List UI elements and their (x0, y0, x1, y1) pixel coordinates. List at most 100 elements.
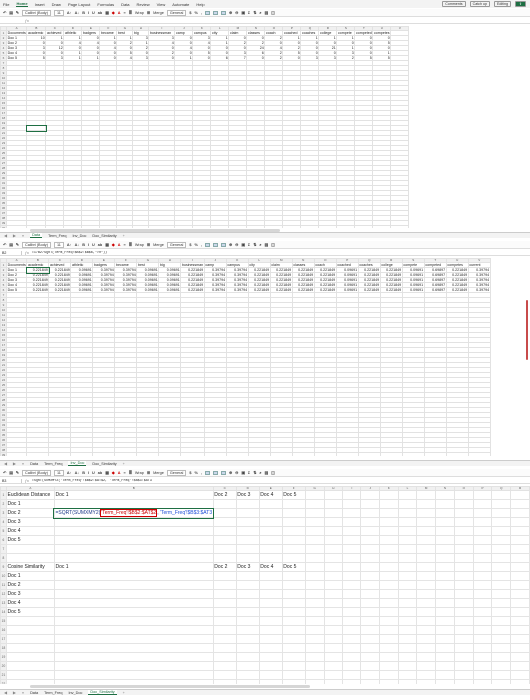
cell[interactable] (435, 571, 455, 581)
cell[interactable] (416, 598, 437, 608)
column-title-cell[interactable]: Documents (5, 30, 28, 36)
cell[interactable] (53, 589, 214, 599)
sort-filter-icon[interactable]: ⇅ (253, 470, 256, 475)
cell[interactable] (435, 679, 455, 684)
column-title-cell[interactable]: businessman (180, 262, 205, 268)
cell[interactable] (342, 670, 362, 680)
cell[interactable] (342, 616, 362, 626)
cell[interactable] (397, 517, 418, 527)
cell[interactable] (342, 679, 362, 684)
cell[interactable] (53, 544, 214, 554)
cell[interactable] (304, 517, 325, 527)
grow-font-icon[interactable]: A↑ (67, 243, 72, 247)
cell[interactable] (235, 535, 260, 545)
cell[interactable] (313, 452, 337, 456)
cell[interactable] (281, 679, 306, 684)
cell[interactable] (212, 526, 237, 536)
font-color-icon[interactable]: A (118, 471, 121, 475)
cell[interactable] (281, 580, 306, 590)
cell[interactable] (453, 589, 474, 599)
cell[interactable] (360, 598, 380, 608)
cell[interactable] (491, 553, 512, 563)
cell[interactable] (397, 490, 418, 500)
cell[interactable] (360, 490, 380, 500)
cell[interactable] (264, 225, 284, 228)
sheet-tab[interactable]: Term_Freq (44, 691, 62, 695)
cell[interactable] (323, 679, 344, 684)
cell[interactable] (397, 607, 418, 617)
cell[interactable] (435, 517, 455, 527)
editing-mode-button[interactable]: Editing (493, 1, 511, 7)
cell[interactable] (472, 670, 493, 680)
cell[interactable] (453, 679, 474, 684)
conditional-format-icon[interactable] (204, 470, 210, 475)
cell[interactable] (397, 499, 418, 509)
cell[interactable] (291, 452, 315, 456)
cell[interactable] (510, 508, 530, 518)
currency-icon[interactable]: $ (189, 471, 191, 475)
cell[interactable] (323, 535, 344, 545)
cell[interactable] (342, 652, 362, 662)
delete-cells-icon[interactable]: ⊖ (235, 10, 238, 15)
wrap-text-button[interactable]: Wrap (135, 471, 144, 475)
cell[interactable] (397, 508, 418, 518)
cell[interactable] (472, 544, 493, 554)
cell[interactable] (304, 490, 325, 500)
cell[interactable] (472, 652, 493, 662)
cell-styles-icon[interactable] (220, 242, 226, 247)
comments-button[interactable]: Comments (442, 1, 466, 7)
cell[interactable] (136, 452, 160, 456)
cell[interactable] (453, 562, 474, 572)
cell[interactable] (491, 607, 512, 617)
cell[interactable] (472, 517, 493, 527)
cell[interactable] (235, 499, 260, 509)
cell[interactable] (235, 670, 260, 680)
cell[interactable] (453, 643, 474, 653)
cell[interactable] (360, 661, 380, 671)
sort-filter-icon[interactable]: ⇅ (253, 242, 256, 247)
format-table-icon[interactable] (212, 470, 218, 475)
ribbon-tab-formulas[interactable]: Formulas (97, 2, 114, 7)
cell[interactable] (304, 562, 325, 572)
cell[interactable] (435, 589, 455, 599)
cell[interactable] (435, 607, 455, 617)
cell[interactable] (360, 517, 380, 527)
cell[interactable] (258, 535, 283, 545)
cell[interactable] (491, 598, 512, 608)
wrap-text-button[interactable]: Wrap (135, 11, 144, 15)
cell[interactable] (510, 571, 530, 581)
undo-icon[interactable]: ↶ (3, 10, 6, 15)
cell[interactable] (491, 580, 512, 590)
sheet-list-icon[interactable]: ≡ (22, 234, 24, 238)
column-title-cell[interactable]: Documents (5, 262, 28, 268)
cell[interactable] (342, 661, 362, 671)
bold-button[interactable]: B (82, 243, 85, 247)
cell[interactable] (342, 517, 362, 527)
conditional-format-icon[interactable] (204, 10, 210, 15)
prev-sheet-icon[interactable]: ◀ (4, 690, 7, 695)
cell[interactable] (235, 652, 260, 662)
cell[interactable] (212, 643, 237, 653)
cell[interactable] (397, 571, 418, 581)
cell[interactable] (281, 526, 306, 536)
add-ins-icon[interactable]: ▨ (265, 470, 269, 475)
cell[interactable] (323, 562, 344, 572)
cell[interactable] (416, 661, 437, 671)
insert-cells-icon[interactable]: ⊕ (229, 10, 232, 15)
format-painter-icon[interactable]: ✎ (16, 242, 19, 247)
cell[interactable] (70, 452, 94, 456)
align-center-icon[interactable]: ≣ (129, 242, 132, 247)
cell[interactable] (212, 670, 237, 680)
cell[interactable] (5, 625, 55, 635)
cell[interactable] (304, 499, 325, 509)
format-cells-icon[interactable]: ▣ (241, 470, 245, 475)
comma-icon[interactable]: , (201, 471, 202, 475)
cell[interactable] (435, 508, 455, 518)
cell[interactable] (360, 652, 380, 662)
cell[interactable] (378, 526, 399, 536)
cell[interactable] (63, 225, 83, 228)
cell[interactable] (212, 652, 237, 662)
cell[interactable] (281, 634, 306, 644)
cell[interactable] (510, 490, 530, 500)
cell[interactable] (318, 225, 338, 228)
